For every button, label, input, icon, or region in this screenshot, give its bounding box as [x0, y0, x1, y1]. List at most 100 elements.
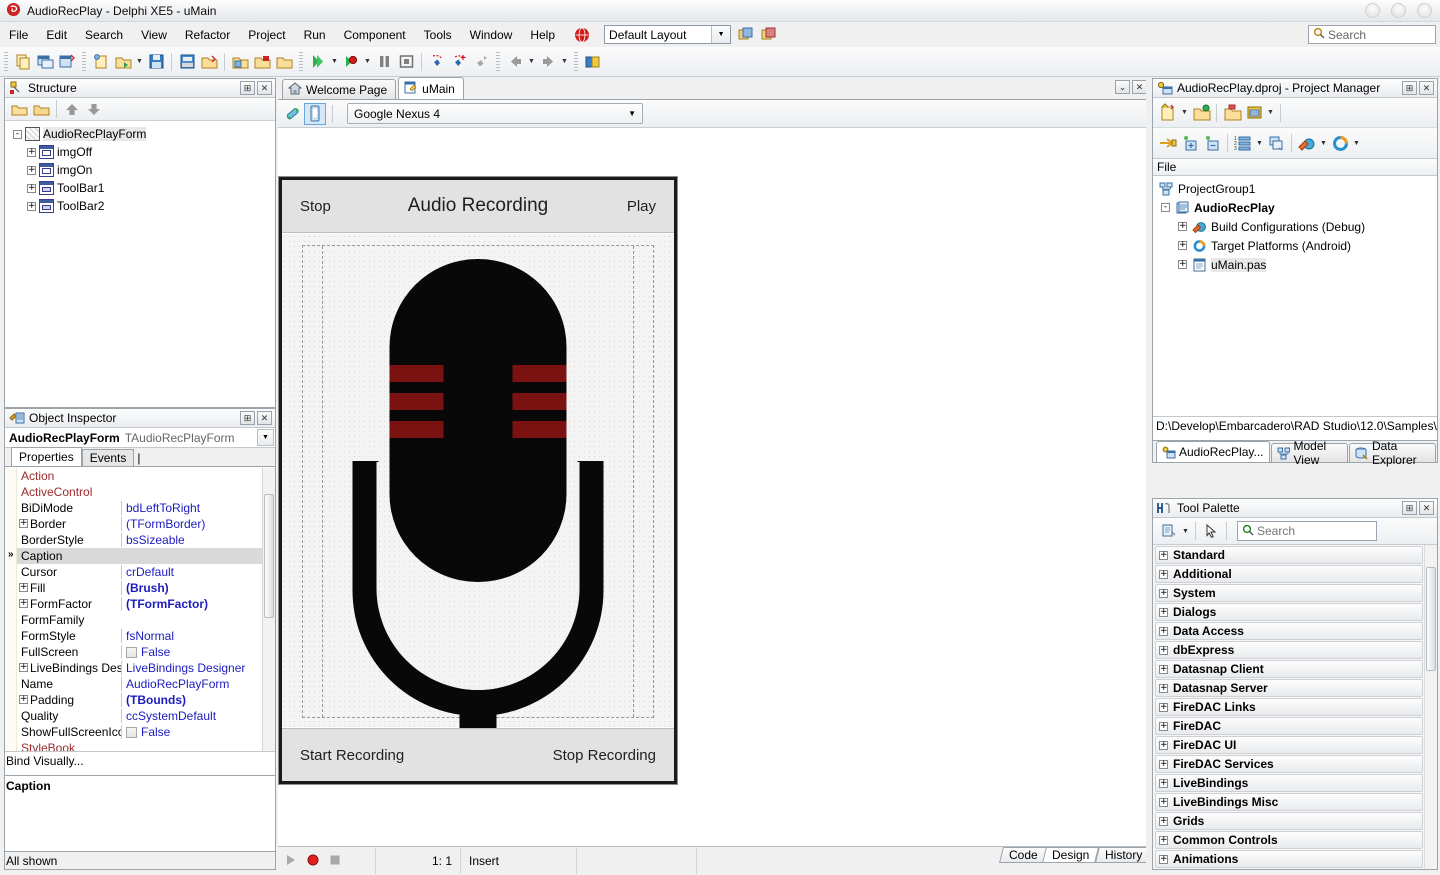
- pin-icon[interactable]: ⊞: [240, 411, 255, 425]
- palette-category-firedac-services[interactable]: + FireDAC Services: [1155, 755, 1423, 773]
- tab-design[interactable]: Design: [1042, 846, 1100, 863]
- add-file-icon[interactable]: [1221, 102, 1243, 124]
- property-value[interactable]: bdLeftToRight: [121, 501, 275, 515]
- stop-record-icon[interactable]: [328, 853, 344, 869]
- expander-icon[interactable]: +: [1159, 702, 1168, 712]
- expander-icon[interactable]: +: [1159, 569, 1168, 579]
- expander-icon[interactable]: +: [1159, 740, 1168, 750]
- expander-icon[interactable]: +: [1159, 797, 1168, 807]
- expander-icon[interactable]: -: [1161, 203, 1170, 212]
- chevron-down-icon[interactable]: ▼: [628, 109, 636, 118]
- open-file-icon[interactable]: [273, 51, 295, 73]
- chevron-down-icon-2[interactable]: ▼: [1265, 102, 1276, 124]
- expander-icon[interactable]: +: [1159, 645, 1168, 655]
- delete-layout-icon[interactable]: [760, 26, 777, 43]
- palette-category-additional[interactable]: + Additional: [1155, 565, 1423, 583]
- form-toolbar-bottom[interactable]: Start Recording Stop Recording: [282, 728, 674, 781]
- property-row[interactable]: + LiveBindings Designe LiveBindings Desi…: [17, 660, 275, 676]
- collapse-all-icon[interactable]: [8, 98, 30, 120]
- toolbar-grip-3[interactable]: [299, 51, 303, 72]
- expander-icon[interactable]: -: [13, 129, 22, 139]
- cursor-select-icon[interactable]: [1200, 520, 1222, 542]
- structure-node-imgoff[interactable]: + imgOff: [5, 143, 275, 161]
- scrollbar-thumb[interactable]: [264, 494, 274, 618]
- layout-combo[interactable]: Default Layout ▼: [604, 25, 732, 44]
- view-options-icon[interactable]: [1265, 132, 1287, 154]
- scrollbar-thumb[interactable]: [1426, 567, 1436, 671]
- menu-component[interactable]: Component: [335, 25, 415, 45]
- close-editor-icon[interactable]: ✕: [1132, 80, 1147, 94]
- step-run-icon[interactable]: [284, 853, 300, 869]
- open-window-icon[interactable]: [34, 51, 56, 73]
- save-as-icon[interactable]: [198, 51, 220, 73]
- chevron-down-icon-2[interactable]: ▼: [329, 51, 340, 73]
- property-row[interactable]: Cursor crDefault: [17, 564, 275, 580]
- property-row[interactable]: ActiveControl: [17, 484, 275, 500]
- project-manager-column-header[interactable]: File: [1153, 159, 1437, 176]
- expander-icon[interactable]: +: [1159, 721, 1168, 731]
- expander-icon[interactable]: +: [1159, 607, 1168, 617]
- chevron-down-icon[interactable]: ▼: [711, 26, 731, 43]
- expander-icon[interactable]: +: [27, 183, 36, 193]
- property-row-caption[interactable]: » Caption: [8, 548, 275, 564]
- pause-icon[interactable]: [373, 51, 395, 73]
- form-toolbar-top[interactable]: Stop Audio Recording Play: [282, 180, 674, 233]
- play-button[interactable]: Play: [627, 198, 656, 215]
- new-project-icon[interactable]: [1157, 102, 1179, 124]
- tool-palette-search[interactable]: Search: [1237, 521, 1377, 541]
- window-controls[interactable]: [1365, 3, 1432, 18]
- stop-button[interactable]: Stop: [300, 198, 331, 215]
- property-value[interactable]: ccSystemDefault: [121, 709, 275, 723]
- chevron-down-icon[interactable]: ▼: [134, 51, 145, 73]
- stop-recording-button[interactable]: Stop Recording: [553, 747, 656, 764]
- collapse-tree-icon[interactable]: [1201, 132, 1223, 154]
- embarcadero-globe-icon[interactable]: [574, 27, 590, 43]
- project-node-target-platforms[interactable]: + Target Platforms (Android): [1153, 236, 1437, 255]
- property-value-cell[interactable]: False: [121, 725, 275, 739]
- remove-from-project-icon[interactable]: [251, 51, 273, 73]
- property-row[interactable]: FormFamily: [17, 612, 275, 628]
- expander-icon[interactable]: +: [1178, 260, 1187, 269]
- property-row[interactable]: + Border (TFormBorder): [17, 516, 275, 532]
- bind-visually-link[interactable]: Bind Visually...: [5, 751, 275, 775]
- expander-icon[interactable]: +: [1159, 835, 1168, 845]
- menu-window[interactable]: Window: [461, 25, 522, 45]
- menu-run[interactable]: Run: [295, 25, 335, 45]
- expander-icon[interactable]: +: [27, 147, 36, 157]
- chevron-down-icon-4[interactable]: ▼: [1318, 132, 1329, 154]
- project-node-build-configurations[interactable]: + Build Configurations (Debug): [1153, 217, 1437, 236]
- tool-palette-scrollbar[interactable]: [1424, 545, 1437, 869]
- save-all-icon[interactable]: [176, 51, 198, 73]
- palette-category-livebindings-misc[interactable]: + LiveBindings Misc: [1155, 793, 1423, 811]
- palette-category-animations[interactable]: + Animations: [1155, 850, 1423, 868]
- pin-icon[interactable]: ⊞: [1402, 501, 1417, 515]
- build-icon[interactable]: [1157, 132, 1179, 154]
- structure-tree[interactable]: - AudioRecPlayForm + imgOff + imgOn + To…: [5, 122, 275, 407]
- close-icon[interactable]: ✕: [257, 411, 272, 425]
- property-value[interactable]: (TBounds): [121, 693, 275, 707]
- property-row[interactable]: + Fill (Brush): [17, 580, 275, 596]
- expander-icon[interactable]: +: [1178, 241, 1187, 250]
- tab-history[interactable]: History: [1094, 846, 1152, 863]
- chevron-down-icon[interactable]: ▼: [257, 429, 274, 446]
- expander-icon[interactable]: +: [27, 165, 36, 175]
- checkbox-icon[interactable]: [126, 727, 137, 738]
- save-layout-icon[interactable]: [737, 26, 754, 43]
- tab-model-view[interactable]: Model View: [1270, 439, 1348, 467]
- new-unit-icon[interactable]: [90, 51, 112, 73]
- property-value[interactable]: (TFormBorder): [121, 517, 275, 531]
- property-grid-scrollbar[interactable]: [262, 468, 275, 751]
- expand-tree-icon[interactable]: [1179, 132, 1201, 154]
- open-project-icon[interactable]: [1190, 102, 1212, 124]
- save-icon[interactable]: [145, 51, 167, 73]
- maximize-button[interactable]: [1391, 3, 1406, 18]
- tab-events[interactable]: Events: [81, 449, 135, 466]
- new-file-icon[interactable]: [12, 51, 34, 73]
- property-row[interactable]: + FormFactor (TFormFactor): [17, 596, 275, 612]
- property-row[interactable]: FormStyle fsNormal: [17, 628, 275, 644]
- expander-icon[interactable]: +: [1159, 759, 1168, 769]
- palette-options-icon[interactable]: [1158, 520, 1180, 542]
- step-over-icon[interactable]: [448, 51, 470, 73]
- palette-category-standard[interactable]: + Standard: [1155, 546, 1423, 564]
- new-items-icon[interactable]: [56, 51, 78, 73]
